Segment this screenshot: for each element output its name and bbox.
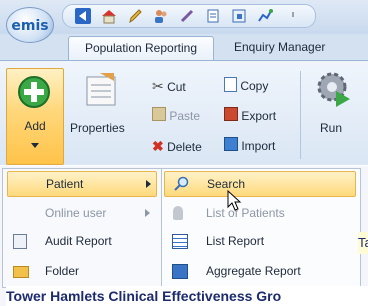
quick-access-toolbar bbox=[62, 4, 316, 28]
submenu-item-list-report[interactable]: List Report bbox=[164, 229, 354, 253]
properties-label[interactable]: Properties bbox=[70, 121, 125, 135]
copy-button[interactable]: Copy bbox=[224, 77, 268, 95]
plus-icon bbox=[18, 76, 50, 108]
list-report-icon bbox=[172, 234, 188, 249]
clipboard-icon bbox=[152, 107, 166, 121]
tab-population-reporting[interactable]: Population Reporting bbox=[68, 36, 214, 60]
add-menu: Patient Online user Audit Report Folder bbox=[2, 168, 162, 288]
tab-enquiry-manager[interactable]: Enquiry Manager bbox=[226, 36, 333, 59]
import-icon bbox=[224, 137, 238, 151]
users-icon[interactable] bbox=[153, 8, 169, 24]
mouse-cursor-icon bbox=[227, 190, 242, 211]
submenu-item-search[interactable]: Search bbox=[164, 171, 356, 197]
ribbon-separator bbox=[300, 71, 301, 159]
add-button[interactable]: Add bbox=[6, 68, 64, 165]
submenu-arrow-icon bbox=[145, 209, 150, 217]
export-icon bbox=[224, 107, 238, 121]
home-icon[interactable] bbox=[101, 8, 117, 24]
tools-icon[interactable] bbox=[179, 8, 195, 24]
properties-icon[interactable] bbox=[84, 71, 120, 107]
chart-icon[interactable] bbox=[257, 8, 273, 24]
background-report-title: Tower Hamlets Clinical Effectiveness Gro bbox=[6, 286, 368, 306]
delete-button[interactable]: ✖ Delete bbox=[152, 137, 202, 155]
submenu-item-list-of-patients[interactable]: List of Patients bbox=[164, 201, 354, 225]
import-button[interactable]: Import bbox=[224, 137, 275, 155]
search-icon bbox=[174, 176, 189, 191]
list-of-patients-icon bbox=[173, 206, 183, 220]
copy-icon bbox=[224, 77, 237, 92]
document-icon[interactable] bbox=[205, 8, 221, 24]
menu-item-online-user[interactable]: Online user bbox=[7, 201, 155, 225]
scissors-icon: ✂ bbox=[152, 78, 164, 94]
export-button[interactable]: Export bbox=[224, 107, 276, 125]
audit-report-icon bbox=[13, 234, 27, 249]
report-icon[interactable] bbox=[231, 8, 247, 24]
menu-item-patient[interactable]: Patient bbox=[7, 171, 157, 197]
chevron-down-icon bbox=[31, 143, 39, 148]
background-text-fragment: Ta bbox=[358, 232, 368, 254]
paste-button[interactable]: Paste bbox=[152, 107, 200, 125]
add-label: Add bbox=[24, 119, 46, 133]
menu-item-audit-report[interactable]: Audit Report bbox=[7, 229, 155, 253]
delete-x-icon: ✖ bbox=[152, 138, 164, 154]
cut-button[interactable]: ✂ Cut bbox=[152, 77, 186, 95]
submenu-arrow-icon bbox=[146, 180, 151, 188]
patient-submenu: Search List of Patients List Report Aggr… bbox=[161, 168, 361, 288]
aggregate-report-icon bbox=[172, 264, 188, 279]
ribbon-tabs: Population Reporting Enquiry Manager bbox=[0, 34, 368, 60]
emis-logo[interactable]: emis bbox=[6, 7, 54, 43]
back-icon[interactable] bbox=[75, 8, 91, 24]
run-label[interactable]: Run bbox=[320, 121, 342, 135]
ribbon: Add Properties ✂ Cut Paste ✖ Delete Copy… bbox=[0, 60, 368, 165]
menu-item-folder[interactable]: Folder bbox=[7, 259, 155, 283]
dropdown-icon[interactable] bbox=[289, 8, 297, 24]
submenu-item-aggregate-report[interactable]: Aggregate Report bbox=[164, 259, 354, 283]
folder-icon bbox=[13, 266, 29, 278]
pencil-icon[interactable] bbox=[127, 8, 143, 24]
run-gear-icon[interactable] bbox=[314, 69, 354, 109]
